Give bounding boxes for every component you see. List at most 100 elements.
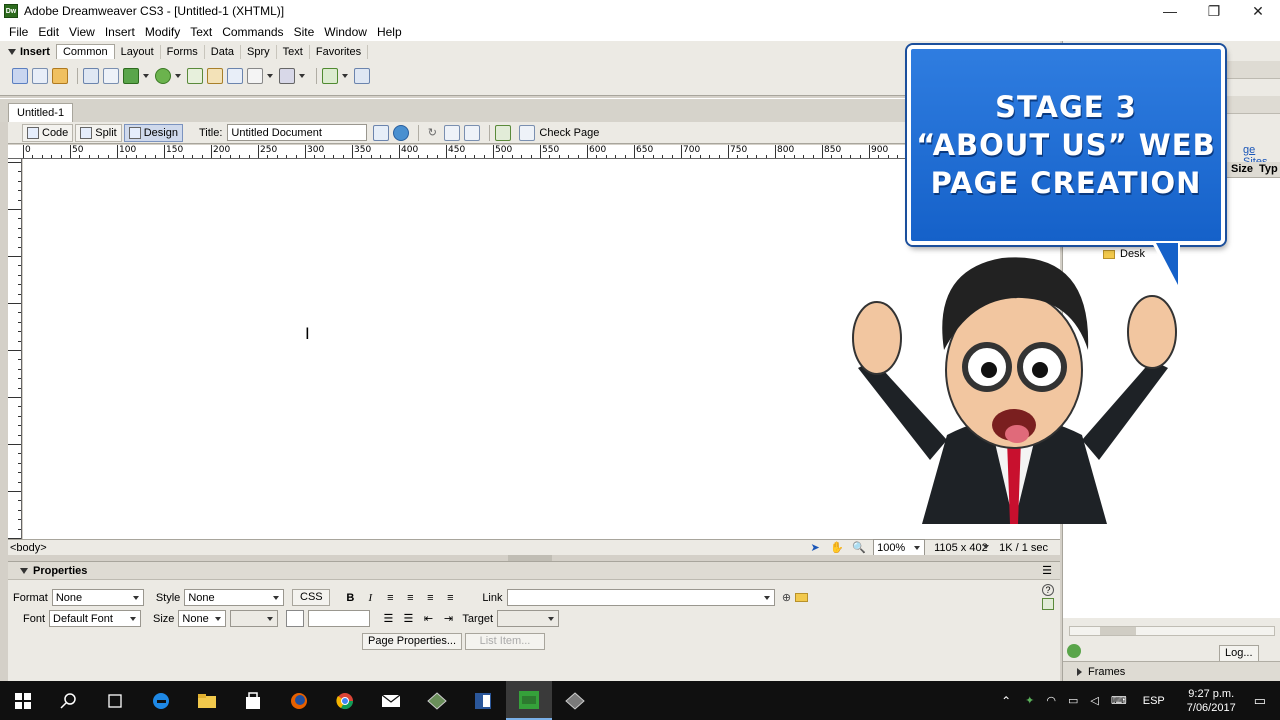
style-select[interactable]: None [184, 589, 285, 606]
task-view-button[interactable] [92, 681, 138, 720]
ordered-list-icon[interactable]: ☰ [400, 611, 416, 627]
point-to-file-icon[interactable]: ⊕ [779, 590, 795, 606]
tag-chooser-icon[interactable] [354, 68, 370, 84]
collapse-triangle-icon[interactable] [8, 48, 16, 55]
format-select[interactable]: None [51, 589, 144, 606]
text-color-input[interactable] [308, 610, 371, 627]
align-right-icon[interactable]: ≡ [422, 590, 438, 606]
search-button[interactable] [46, 681, 92, 720]
battery-icon[interactable]: ▭ [1068, 694, 1078, 707]
insert-tab-text[interactable]: Text [277, 44, 310, 59]
media-icon[interactable] [155, 68, 171, 84]
templates-icon[interactable] [322, 68, 338, 84]
menu-commands[interactable]: Commands [217, 25, 288, 39]
zoom-select[interactable]: 100% [873, 539, 926, 556]
app-button-6[interactable] [414, 681, 460, 720]
restore-button[interactable]: ❐ [1192, 0, 1236, 22]
mail-app[interactable] [368, 681, 414, 720]
chrome-app[interactable] [322, 681, 368, 720]
document-tab-untitled-1[interactable]: Untitled-1 [8, 103, 74, 123]
menu-view[interactable]: View [64, 25, 100, 39]
refresh-icon[interactable]: ↻ [424, 125, 440, 141]
visual-aids-icon[interactable] [464, 124, 481, 141]
document-title-input[interactable] [227, 124, 368, 141]
preview-in-browser-icon[interactable] [393, 124, 410, 141]
insert-tab-favorites[interactable]: Favorites [310, 44, 369, 59]
menu-text[interactable]: Text [185, 25, 217, 39]
image-dropdown-icon[interactable] [143, 74, 149, 78]
insert-tab-spry[interactable]: Spry [241, 44, 277, 59]
column-type[interactable]: Typ [1259, 163, 1278, 175]
menu-modify[interactable]: Modify [140, 25, 185, 39]
horizontal-scrollbar[interactable] [1069, 626, 1275, 636]
italic-button[interactable]: I [362, 590, 378, 606]
insert-tab-layout[interactable]: Layout [115, 44, 161, 59]
align-center-icon[interactable]: ≡ [402, 590, 418, 606]
head-icon[interactable] [247, 68, 263, 84]
table-icon[interactable] [83, 68, 99, 84]
security-icon[interactable]: ✦ [1025, 694, 1034, 707]
script-icon[interactable] [279, 68, 295, 84]
size-select[interactable]: None [178, 610, 227, 627]
align-left-icon[interactable]: ≡ [382, 590, 398, 606]
browse-folder-icon[interactable] [794, 593, 808, 602]
insert-tab-common[interactable]: Common [55, 44, 115, 59]
date-icon[interactable] [187, 68, 203, 84]
frames-panel-header[interactable]: Frames [1063, 661, 1280, 681]
menu-file[interactable]: File [4, 25, 33, 39]
column-size[interactable]: Size [1231, 163, 1253, 175]
start-button[interactable] [0, 681, 46, 720]
validate-markup-icon[interactable] [495, 124, 512, 141]
window-size-select[interactable]: 1105 x 402 [931, 539, 993, 556]
script-dropdown-icon[interactable] [299, 74, 305, 78]
view-options-icon[interactable] [444, 124, 461, 141]
connect-icon[interactable] [1067, 644, 1081, 658]
quick-tag-editor-icon[interactable] [1042, 598, 1054, 610]
tray-expand-icon[interactable]: ⌃ [1001, 694, 1011, 708]
email-link-icon[interactable] [32, 68, 48, 84]
help-icon[interactable]: ? [1042, 584, 1054, 596]
edge-app[interactable] [138, 681, 184, 720]
text-color-picker[interactable] [286, 610, 305, 627]
css-button[interactable]: CSS [292, 589, 331, 606]
menu-window[interactable]: Window [319, 25, 372, 39]
check-page-button[interactable]: Check Page [519, 124, 599, 141]
app-button-9[interactable] [552, 681, 598, 720]
keyboard-icon[interactable]: ⌨ [1111, 694, 1127, 707]
scrollbar-thumb[interactable] [1100, 627, 1136, 635]
volume-icon[interactable]: ◁ [1090, 694, 1098, 707]
outdent-icon[interactable]: ⇤ [420, 611, 436, 627]
div-tag-icon[interactable] [103, 68, 119, 84]
clock[interactable]: 9:27 p.m. 7/06/2017 [1187, 687, 1236, 715]
named-anchor-icon[interactable] [52, 68, 68, 84]
wifi-icon[interactable]: ◠ [1046, 694, 1056, 707]
tag-selector-body[interactable]: <body> [10, 542, 47, 554]
link-input[interactable] [506, 589, 775, 606]
menu-edit[interactable]: Edit [33, 25, 64, 39]
properties-header[interactable]: Properties ☰ [8, 562, 1060, 580]
templates-dropdown-icon[interactable] [342, 74, 348, 78]
indent-icon[interactable]: ⇥ [440, 611, 456, 627]
page-properties-button[interactable]: Page Properties... [362, 633, 463, 650]
hand-tool-icon[interactable]: ✋ [829, 540, 845, 556]
menu-site[interactable]: Site [289, 25, 320, 39]
close-button[interactable]: ✕ [1236, 0, 1280, 22]
minimize-button[interactable]: — [1148, 0, 1192, 22]
unordered-list-icon[interactable]: ☰ [380, 611, 396, 627]
image-icon[interactable] [123, 68, 139, 84]
code-view-button[interactable]: Code [22, 123, 74, 142]
comment-icon[interactable] [227, 68, 243, 84]
split-view-button[interactable]: Split [75, 123, 122, 142]
hyperlink-icon[interactable] [12, 68, 28, 84]
file-explorer-app[interactable] [184, 681, 230, 720]
log-button[interactable]: Log... [1219, 645, 1259, 662]
insert-tab-forms[interactable]: Forms [161, 44, 205, 59]
select-tool-icon[interactable]: ➤ [807, 540, 823, 556]
head-dropdown-icon[interactable] [267, 74, 273, 78]
language-indicator[interactable]: ESP [1143, 695, 1165, 707]
menu-insert[interactable]: Insert [100, 25, 140, 39]
design-view-button[interactable]: Design [123, 123, 183, 142]
panel-options-icon[interactable]: ☰ [1042, 564, 1052, 577]
notification-icon[interactable]: ▭ [1254, 693, 1266, 709]
store-app[interactable] [230, 681, 276, 720]
